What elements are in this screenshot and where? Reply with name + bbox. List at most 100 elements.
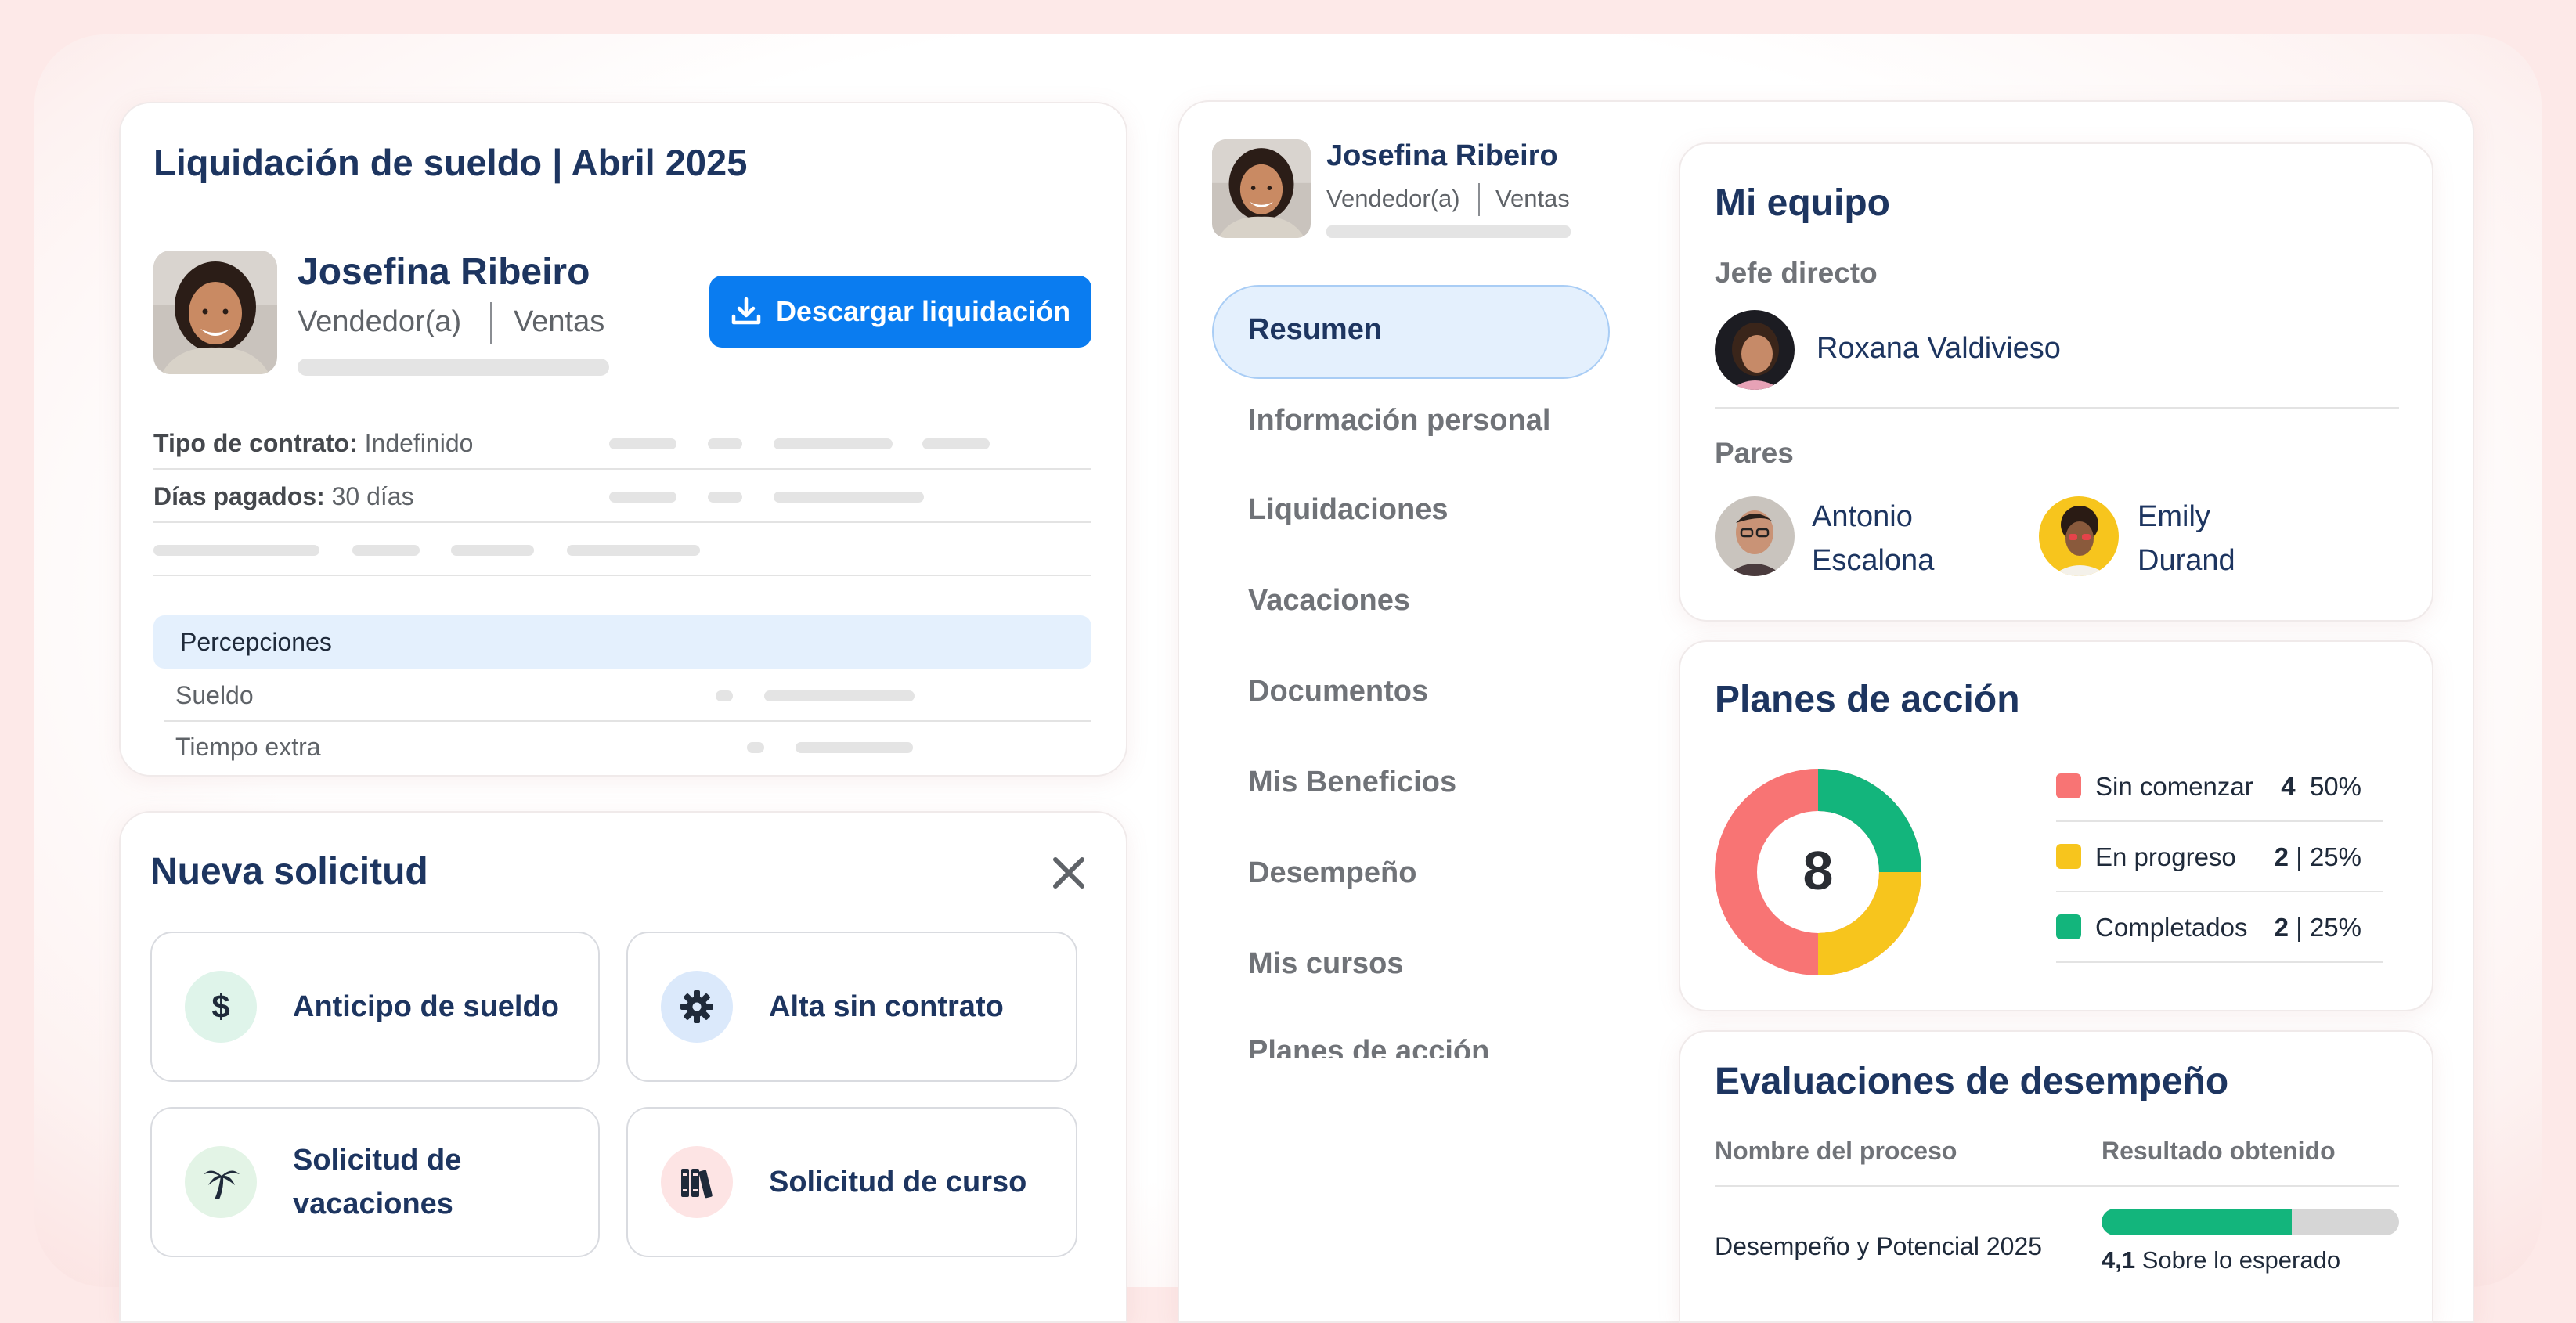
request-option-label: Anticipo de sueldo <box>293 990 559 1023</box>
legend-name: Completados <box>2095 913 2248 942</box>
placeholder-bar <box>774 438 893 449</box>
close-icon[interactable] <box>1049 853 1088 892</box>
books-icon <box>661 1146 733 1218</box>
evaluation-progress-bar <box>2102 1209 2399 1235</box>
divider <box>1715 407 2399 409</box>
svg-text:$: $ <box>211 988 229 1025</box>
evaluation-result-text: Sobre lo esperado <box>2141 1246 2341 1274</box>
action-plans-title: Planes de acción <box>1715 679 2020 720</box>
boss-label: Jefe directo <box>1715 257 1878 289</box>
placeholder-bar <box>451 545 534 556</box>
column-header-process: Nombre del proceso <box>1715 1137 1957 1165</box>
profile-department: Ventas <box>1495 185 1570 212</box>
request-course[interactable]: Solicitud de curso <box>626 1107 1077 1257</box>
request-option-label: Alta sin contrato <box>769 990 1004 1023</box>
dollar-icon: $ <box>185 971 257 1043</box>
profile-avatar <box>1212 139 1311 238</box>
legend-value: 2 | 25% <box>2274 842 2361 871</box>
download-button-label: Descargar liquidación <box>775 295 1071 327</box>
legend-row-en-progreso: En progreso 2 | 25% <box>2056 822 2383 892</box>
placeholder-bar <box>747 742 764 753</box>
placeholder-bar <box>796 742 913 753</box>
employee-department: Ventas <box>514 305 605 338</box>
contract-type-row: Tipo de contrato: Indefinido <box>153 429 473 458</box>
legend-swatch <box>2056 773 2081 798</box>
employee-avatar <box>153 251 277 374</box>
days-paid-label: Días pagados: <box>153 482 325 510</box>
divider <box>164 720 1091 722</box>
boss-name[interactable]: Roxana Valdivieso <box>1817 332 2061 366</box>
evaluation-progress-fill <box>2102 1209 2293 1235</box>
peer-last-name: Durand <box>2138 544 2235 577</box>
peer-name-antonio[interactable]: Antonio Escalona <box>1812 495 1934 582</box>
salary-row-label: Sueldo <box>175 681 254 709</box>
legend-name: Sin comenzar <box>2095 772 2253 801</box>
role-divider <box>490 302 492 344</box>
download-payslip-button[interactable]: Descargar liquidación <box>709 276 1091 348</box>
request-vacation[interactable]: Solicitud de vacaciones <box>150 1107 600 1257</box>
nav-item-informacion-personal[interactable]: Información personal <box>1248 404 1550 438</box>
peer-name-emily[interactable]: Emily Durand <box>2138 495 2235 582</box>
request-option-label: Solicitud de vacaciones <box>293 1144 462 1220</box>
nav-item-liquidaciones[interactable]: Liquidaciones <box>1248 493 1448 527</box>
new-request-title: Nueva solicitud <box>150 851 428 892</box>
days-paid-value: 30 días <box>331 482 414 510</box>
peer-first-name: Antonio <box>1812 500 1913 533</box>
action-plans-donut-chart: 8 <box>1715 769 1921 975</box>
profile-role: Vendedor(a) <box>1326 185 1460 212</box>
placeholder-bar <box>774 492 924 503</box>
contract-type-label: Tipo de contrato: <box>153 429 358 457</box>
nav-item-planes-de-accion: Planes de acción <box>1248 1035 1490 1058</box>
nav-item-label-active: Resumen <box>1248 313 1383 346</box>
legend-row-completados: Completados 2 | 25% <box>2056 892 2383 963</box>
evaluation-result: 4,1 Sobre lo esperado <box>2102 1246 2340 1274</box>
role-divider <box>1478 183 1480 216</box>
placeholder-bar <box>708 492 742 503</box>
legend-row-sin-comenzar: Sin comenzar 4 50% <box>2056 752 2383 822</box>
divider <box>1715 1185 2399 1187</box>
placeholder-bar <box>298 359 609 376</box>
employee-role: Vendedor(a) <box>298 305 462 338</box>
divider <box>153 468 1091 470</box>
divider <box>153 521 1091 523</box>
placeholder-bar <box>922 438 990 449</box>
palm-tree-icon <box>185 1146 257 1218</box>
perceptions-label: Percepciones <box>180 628 332 656</box>
nav-item-mis-cursos[interactable]: Mis cursos <box>1248 947 1404 981</box>
evaluations-title: Evaluaciones de desempeño <box>1715 1061 2229 1102</box>
gear-icon <box>661 971 733 1043</box>
placeholder-bar <box>1326 225 1571 238</box>
nav-item-desempeno[interactable]: Desempeño <box>1248 856 1416 890</box>
request-no-contract[interactable]: Alta sin contrato <box>626 932 1077 1082</box>
peer-last-name: Escalona <box>1812 544 1935 577</box>
placeholder-bar <box>352 545 420 556</box>
nav-item-vacaciones[interactable]: Vacaciones <box>1248 584 1410 618</box>
legend-value: 2 | 25% <box>2274 913 2361 942</box>
contract-type-value: Indefinido <box>364 429 474 457</box>
overtime-row-label: Tiempo extra <box>175 733 321 761</box>
legend-swatch <box>2056 914 2081 939</box>
peers-label: Pares <box>1715 437 1794 469</box>
employee-name: Josefina Ribeiro <box>298 251 590 293</box>
days-paid-row: Días pagados: 30 días <box>153 482 414 511</box>
payslip-title: Liquidación de sueldo | Abril 2025 <box>153 142 748 183</box>
placeholder-bar <box>708 438 742 449</box>
legend-value: 4 50% <box>2281 772 2361 801</box>
profile-name: Josefina Ribeiro <box>1326 139 1558 172</box>
request-option-label: Solicitud de curso <box>769 1166 1027 1199</box>
peer-first-name: Emily <box>2138 500 2210 533</box>
nav-item-planes-clip[interactable]: Planes de acción <box>1248 1030 1577 1058</box>
placeholder-bar <box>153 545 319 556</box>
divider <box>153 575 1091 576</box>
evaluation-process-name: Desempeño y Potencial 2025 <box>1715 1232 2043 1260</box>
placeholder-bar <box>609 438 676 449</box>
peer-avatar <box>2039 496 2119 576</box>
team-title: Mi equipo <box>1715 182 1890 224</box>
donut-total: 8 <box>1803 840 1834 901</box>
request-salary-advance[interactable]: $ Anticipo de sueldo <box>150 932 600 1082</box>
placeholder-bar <box>764 690 915 701</box>
evaluation-score: 4,1 <box>2102 1246 2136 1274</box>
column-header-result: Resultado obtenido <box>2102 1137 2336 1165</box>
nav-item-documentos[interactable]: Documentos <box>1248 675 1428 708</box>
nav-item-mis-beneficios[interactable]: Mis Beneficios <box>1248 766 1456 799</box>
